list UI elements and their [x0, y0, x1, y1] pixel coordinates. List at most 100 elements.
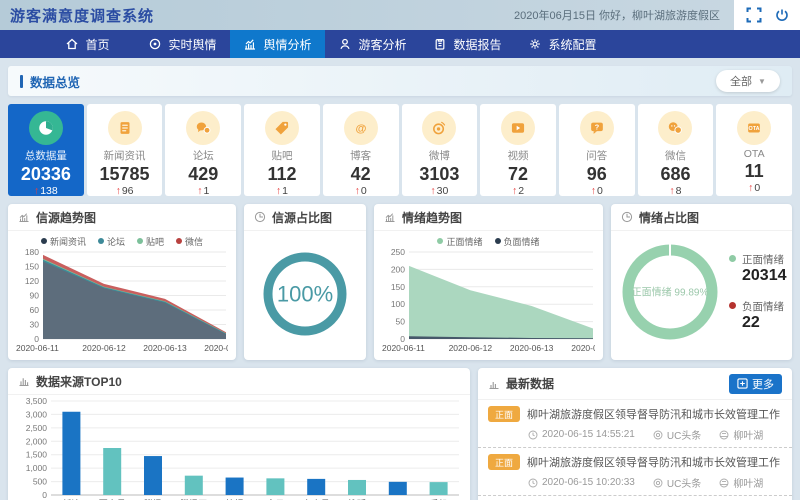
svg-text:2020-06-13: 2020-06-13 [143, 343, 187, 353]
report-icon [433, 37, 447, 51]
news-source: UC头条 [667, 475, 701, 490]
clock-icon [528, 478, 538, 488]
svg-text:200: 200 [391, 264, 405, 274]
panel-top10: 数据来源TOP10 05001,0001,5002,0002,5003,0003… [8, 368, 470, 500]
at-icon: @ [344, 111, 378, 145]
svg-text:2020-06-12: 2020-06-12 [449, 343, 493, 353]
gear-icon [528, 37, 542, 51]
news-title[interactable]: 柳叶湖旅游度假区领导督导防汛和城市长效管理工作 [527, 406, 780, 422]
nav-item-visitor[interactable]: 游客分析 [325, 30, 420, 58]
news-title[interactable]: 柳叶湖旅游度假区领导督导防汛和城市长效管理工作 [527, 454, 780, 470]
negative-dot-icon [729, 302, 736, 309]
svg-text:100%: 100% [277, 282, 333, 307]
stat-card-tieba[interactable]: 贴吧 112 ↑1 [244, 104, 320, 196]
trend-icon [384, 211, 396, 223]
question-bubble-icon: ? [580, 111, 614, 145]
nav-item-realtime[interactable]: 实时舆情 [135, 30, 230, 58]
stat-card-weibo[interactable]: 微博 3103 ↑30 [402, 104, 478, 196]
more-button[interactable]: 更多 [729, 374, 782, 394]
svg-text:3,500: 3,500 [26, 396, 48, 406]
news-time: 2020-06-15 10:20:33 [542, 477, 635, 488]
up-arrow-icon: ↑ [430, 185, 435, 197]
nav-item-report[interactable]: 数据报告 [420, 30, 515, 58]
svg-text:60: 60 [30, 305, 40, 315]
greeting-text: 2020年06月15日 你好，柳叶湖旅游度假区 [514, 7, 720, 23]
source-trend-chart: 03060901201501802020-06-112020-06-122020… [16, 247, 228, 353]
clock-pie-icon [254, 211, 266, 223]
svg-text:@: @ [355, 123, 366, 135]
news-site: 柳叶湖 [733, 427, 763, 442]
nav-label: 游客分析 [358, 36, 406, 53]
nav-item-home[interactable]: 首页 [40, 30, 135, 58]
source-icon [653, 430, 663, 440]
stat-card-news[interactable]: 新闻资讯 15785 ↑96 [87, 104, 163, 196]
site-icon [719, 478, 729, 488]
panel-title: 情绪占比图 [639, 209, 699, 226]
panel-title: 数据来源TOP10 [36, 373, 122, 390]
tag-icon [265, 111, 299, 145]
svg-text:120: 120 [25, 276, 39, 286]
chevron-down-icon: ▼ [758, 77, 766, 86]
overview-section-header: 数据总览 全部 ▼ [8, 66, 792, 96]
app-title: 游客满意度调查系统 [0, 5, 154, 26]
stat-card-video[interactable]: 视频 72 ↑2 [480, 104, 556, 196]
panel-source-trend: 信源趋势图 新闻资讯论坛贴吧微信 03060901201501802020-06… [8, 204, 236, 360]
stat-card-wechat[interactable]: 微信 686 ↑8 [638, 104, 714, 196]
stat-card-forum[interactable]: 论坛 429 ↑1 [165, 104, 241, 196]
panel-sentiment-trend: 情绪趋势图 正面情绪负面情绪 0501001502002502020-06-11… [374, 204, 603, 360]
stats-row: 总数据量 20336 ↑138 新闻资讯 15785 ↑96 论坛 429 ↑1… [8, 104, 792, 196]
stat-card-blog[interactable]: @ 博客 42 ↑0 [323, 104, 399, 196]
bottom-row: 数据来源TOP10 05001,0001,5002,0002,5003,0003… [8, 368, 792, 500]
ota-icon: OTA [737, 111, 771, 145]
svg-text:90: 90 [30, 291, 40, 301]
weibo-icon [422, 111, 456, 145]
nav-item-analysis[interactable]: 舆情分析 [230, 30, 325, 58]
charts-row: 信源趋势图 新闻资讯论坛贴吧微信 03060901201501802020-06… [8, 204, 792, 360]
news-time: 2020-06-15 14:55:21 [542, 429, 635, 440]
nav-label: 数据报告 [453, 36, 501, 53]
user-icon [338, 37, 352, 51]
power-icon[interactable] [775, 8, 789, 22]
panel-latest: 最新数据 更多 正面 柳叶湖旅游度假区领导督导防汛和城市长效管理工作 2020-… [478, 368, 792, 500]
up-arrow-icon: ↑ [355, 185, 360, 197]
list-icon [488, 378, 500, 390]
plus-square-icon [737, 378, 748, 389]
svg-text:2,500: 2,500 [26, 423, 48, 433]
svg-text:2020-06-13: 2020-06-13 [510, 343, 554, 353]
filter-dropdown[interactable]: 全部 ▼ [716, 70, 780, 92]
svg-text:50: 50 [396, 317, 406, 327]
news-icon [108, 111, 142, 145]
svg-text:150: 150 [391, 282, 405, 292]
sentiment-badge: 正面 [488, 406, 520, 422]
fullscreen-icon[interactable] [746, 7, 762, 23]
news-item: 正面 柳叶湖旅游度假区领导督导防汛和城市长效管理工作 2020-06-15 14… [478, 400, 792, 448]
bars-icon [18, 375, 30, 387]
source-trend-legend: 新闻资讯论坛贴吧微信 [8, 231, 236, 247]
sentiment-share-donut: 正面情绪 99.89% [617, 233, 723, 351]
news-item: 正面 柳叶湖旅游度假区领导督导防汛和城市长效管理工作 2020-06-15 10… [478, 448, 792, 496]
up-arrow-icon: ↑ [512, 185, 517, 197]
nav-label: 首页 [85, 36, 109, 53]
svg-text:2020-06-11: 2020-06-11 [382, 343, 425, 353]
sentiment-trend-chart: 0501001502002502020-06-112020-06-122020-… [382, 247, 595, 353]
monitor-icon [148, 37, 162, 51]
nav-label: 系统配置 [548, 36, 596, 53]
positive-dot-icon [729, 255, 736, 262]
stat-card-total[interactable]: 总数据量 20336 ↑138 [8, 104, 84, 196]
sentiment-trend-legend: 正面情绪负面情绪 [374, 231, 603, 247]
svg-text:2020-06-14: 2020-06-14 [204, 343, 228, 353]
up-arrow-icon: ↑ [197, 185, 202, 197]
nav-label: 舆情分析 [263, 36, 311, 53]
panel-title: 最新数据 [506, 375, 554, 392]
nav-item-settings[interactable]: 系统配置 [515, 30, 610, 58]
svg-text:?: ? [595, 123, 600, 132]
stat-card-qa[interactable]: ? 问答 96 ↑0 [559, 104, 635, 196]
svg-text:正面情绪 99.89%: 正面情绪 99.89% [632, 286, 709, 299]
up-arrow-icon: ↑ [748, 182, 753, 194]
stat-card-ota[interactable]: OTA OTA 11 ↑0 [716, 104, 792, 196]
wechat-icon [658, 111, 692, 145]
svg-text:180: 180 [25, 247, 39, 257]
up-arrow-icon: ↑ [116, 185, 121, 197]
top-bar: 游客满意度调查系统 2020年06月15日 你好，柳叶湖旅游度假区 [0, 0, 800, 30]
sentiment-badge: 正面 [488, 454, 520, 470]
